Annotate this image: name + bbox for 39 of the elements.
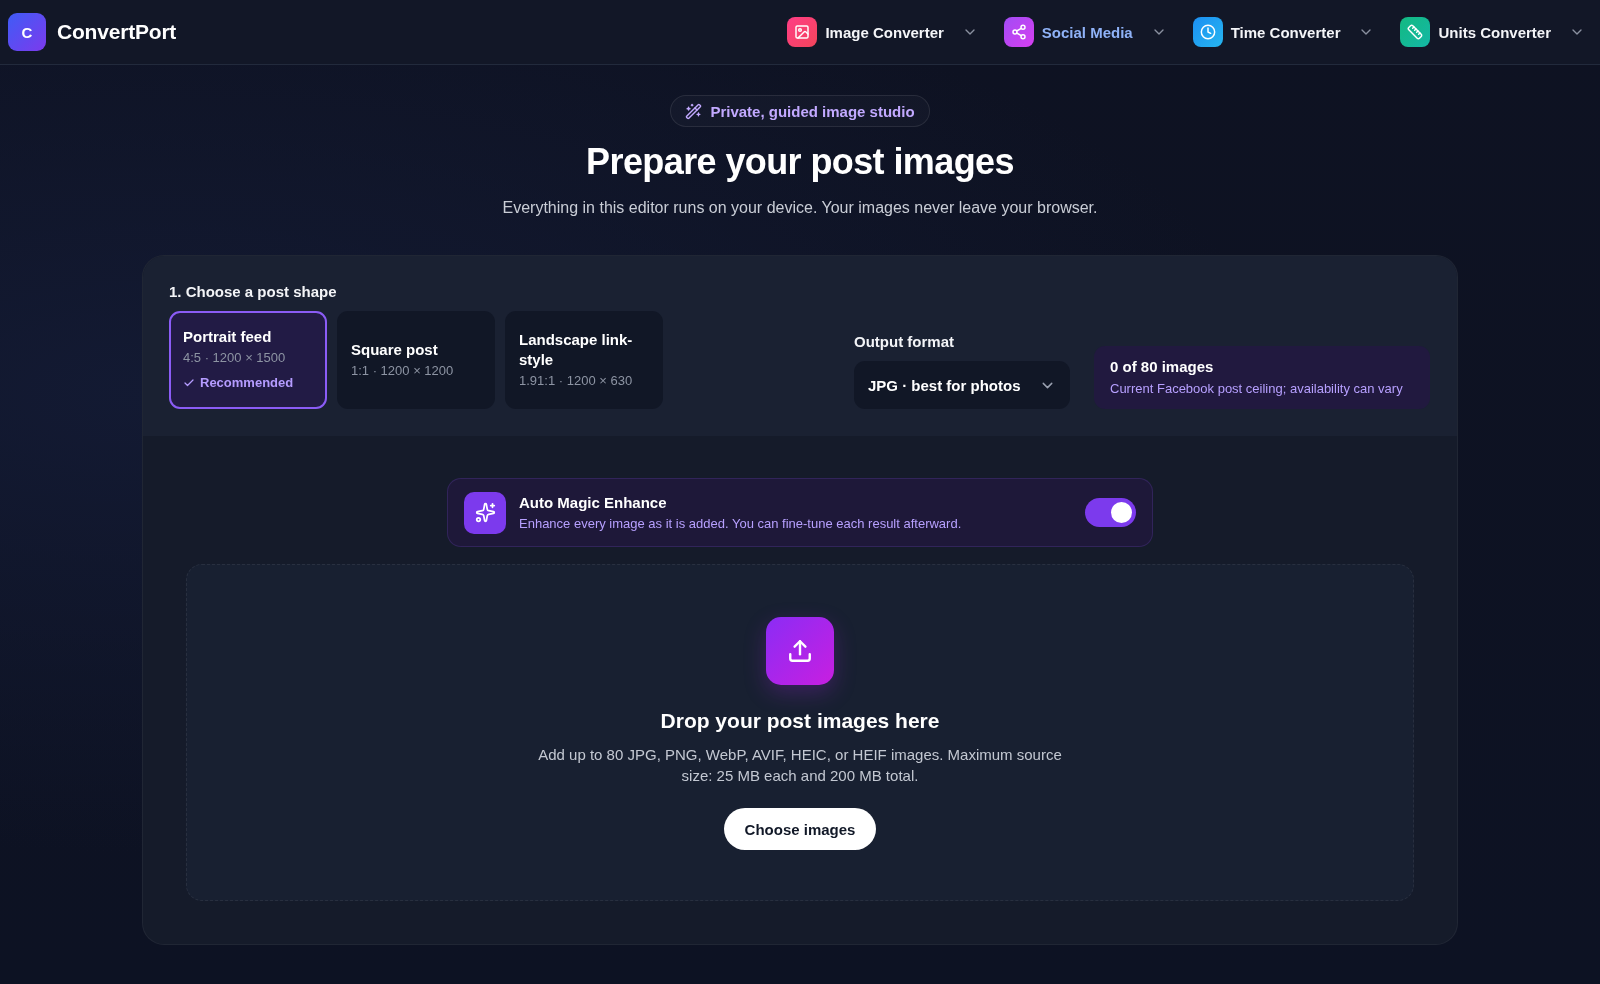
choose-images-button[interactable]: Choose images [723, 808, 877, 850]
nav-menu-button[interactable]: Image Converter [787, 17, 978, 47]
count-note: Current Facebook post ceiling; availability can vary [1110, 380, 1404, 398]
shape-name: Square post [351, 339, 439, 360]
page-subtitle: Everything in this editor runs on your device. Your images never leave your browser. [502, 198, 1098, 218]
tagline-text: Private, guided image studio [710, 102, 915, 120]
sparkles-icon [464, 491, 506, 534]
magic-wand-icon [685, 102, 703, 120]
share-icon [1003, 17, 1034, 47]
logo-letter: C [8, 13, 46, 51]
nav-menu-button[interactable]: Units Converter [1400, 17, 1585, 47]
drop-description: Add up to 80 JPG, PNG, WebP, AVIF, HEIC, or HEIF images. Maximum source size: 25 MB each and 200 MB total. [537, 745, 1063, 786]
check-icon [183, 377, 195, 389]
image-count: 0 of 80 images [1110, 357, 1215, 377]
recommended-label: Recommended [200, 374, 294, 392]
output-format-label: Output format [854, 332, 955, 352]
shape-option[interactable]: Square post 1:1 · 1200 × 1200 [337, 311, 495, 409]
ruler-icon [1400, 17, 1431, 47]
clock-icon [1192, 17, 1223, 47]
nav-menu-button[interactable]: Social Media [1003, 17, 1167, 47]
output-format-select[interactable]: JPG · best for photos [854, 361, 1070, 409]
upload-icon [766, 617, 834, 685]
brand-name: ConvertPort [57, 20, 177, 44]
step-heading: 1. Choose a post shape [169, 282, 338, 302]
enhance-title: Auto Magic Enhance [519, 492, 668, 513]
drop-zone[interactable]: Drop your post images here Add up to 80 JPG, PNG, WebP, AVIF, HEIC, or HEIF images. Maximum source size: 25 MB each and 200 MB total. Choose images [186, 564, 1414, 901]
shape-option[interactable]: Portrait feed 4:5 · 1200 × 1500 Recommended [169, 311, 327, 409]
shape-spec: 1.91:1 · 1200 × 630 [519, 371, 634, 390]
shape-spec: 4:5 · 1200 × 1500 [183, 349, 287, 367]
shape-option[interactable]: Landscape link-style 1.91:1 · 1200 × 630 [505, 311, 663, 409]
enhance-description: Enhance every image as it is added. You can fine-tune each result afterward. [519, 514, 962, 533]
nav-menu-button[interactable]: Time Converter [1192, 17, 1375, 47]
page-title: Prepare your post images [586, 140, 1014, 184]
shape-name: Portrait feed [183, 327, 273, 347]
shape-name: Landscape link-style [519, 329, 634, 370]
shape-spec: 1:1 · 1200 × 1200 [351, 361, 455, 380]
enhance-toggle[interactable] [1085, 498, 1136, 527]
drop-title: Drop your post images here [660, 708, 940, 734]
image-icon [787, 17, 818, 47]
